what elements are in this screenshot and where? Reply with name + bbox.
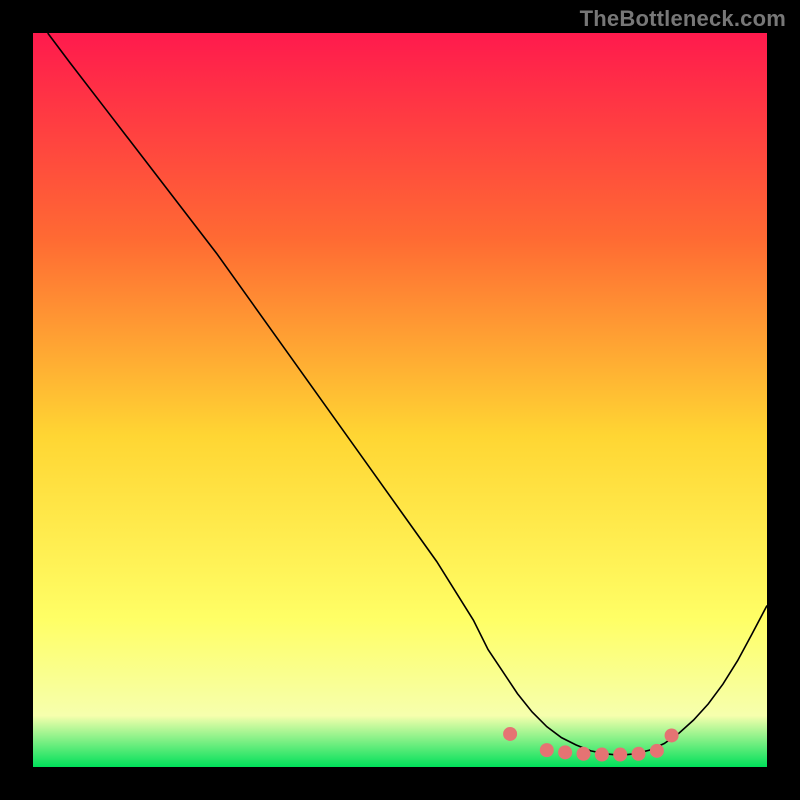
plot-area	[33, 33, 767, 767]
curve-marker	[577, 747, 591, 761]
curve-marker	[558, 745, 572, 759]
bottleneck-curve-chart	[33, 33, 767, 767]
curve-marker	[665, 728, 679, 742]
curve-marker	[632, 747, 646, 761]
watermark-text: TheBottleneck.com	[580, 6, 786, 32]
curve-marker	[650, 744, 664, 758]
curve-marker	[613, 748, 627, 762]
curve-marker	[503, 727, 517, 741]
gradient-background	[33, 33, 767, 767]
curve-marker	[595, 748, 609, 762]
curve-marker	[540, 743, 554, 757]
chart-frame: TheBottleneck.com	[0, 0, 800, 800]
